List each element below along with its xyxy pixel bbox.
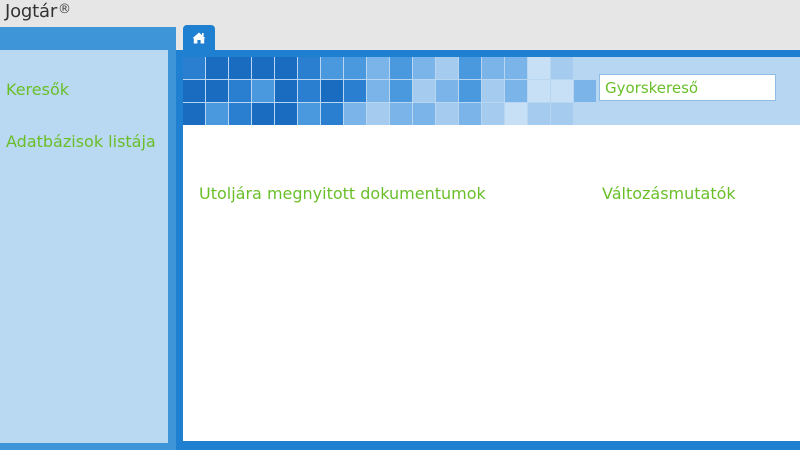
mosaic-tile [252,80,274,102]
mosaic-tile [413,57,435,79]
sidebar-item-database-list[interactable]: Adatbázisok listája [6,132,156,151]
app-title: Jogtár® [5,1,71,22]
mosaic-tile [206,80,228,102]
mosaic-tile [505,80,527,102]
mosaic-tile [413,103,435,125]
mosaic-tile [482,103,504,125]
recent-documents-heading[interactable]: Utoljára megnyitott dokumentumok [199,184,486,203]
mosaic-tile [413,80,435,102]
mosaic-tile [459,103,481,125]
mosaic-tile [252,57,274,79]
home-icon [192,32,206,43]
mosaic-tile [390,80,412,102]
mosaic-tile [574,80,596,102]
mosaic-tile [298,80,320,102]
mosaic-tile [367,103,389,125]
mosaic-tile [390,57,412,79]
mosaic-tile [344,80,366,102]
mosaic-tile [551,103,573,125]
mosaic-tile [229,57,251,79]
mosaic-tile [183,57,205,79]
sidebar-item-searches[interactable]: Keresők [6,80,69,99]
mosaic-tile [390,103,412,125]
mosaic-tile [528,103,550,125]
mosaic-tile [183,80,205,102]
mosaic-tile [367,57,389,79]
mosaic-tile [436,57,458,79]
mosaic-tile [551,80,573,102]
mosaic-tile [229,103,251,125]
mosaic-tile [206,57,228,79]
mosaic-tile [206,103,228,125]
mosaic-tile [367,80,389,102]
mosaic-tile [183,103,205,125]
sidebar [0,50,168,443]
mosaic-tile [505,57,527,79]
mosaic-tile [436,80,458,102]
title-bar: Jogtár® [0,0,800,27]
change-indicators-heading[interactable]: Változásmutatók [602,184,736,203]
mosaic-tile [459,57,481,79]
sidebar-divider [168,50,176,450]
mosaic-tile [551,57,573,79]
mosaic-tile [528,57,550,79]
mosaic-tile [344,57,366,79]
mosaic-tile [321,103,343,125]
mosaic-tile [482,80,504,102]
mosaic-tile [528,80,550,102]
app-title-text: Jogtár [5,1,58,22]
mosaic-tile [275,80,297,102]
tab-home[interactable] [183,25,215,50]
mosaic-tile [321,80,343,102]
main-content [183,125,800,441]
mosaic-tile [298,57,320,79]
registered-mark: ® [58,2,71,17]
mosaic-tile [436,103,458,125]
mosaic-tile [275,57,297,79]
quick-search-input[interactable] [599,74,776,101]
mosaic-tile [482,57,504,79]
mosaic-tile [321,57,343,79]
mosaic-tile [252,103,274,125]
mosaic-tile [229,80,251,102]
mosaic-tile [459,80,481,102]
mosaic-tile [505,103,527,125]
mosaic-tile [344,103,366,125]
mosaic-tile [298,103,320,125]
mosaic-tile [275,103,297,125]
